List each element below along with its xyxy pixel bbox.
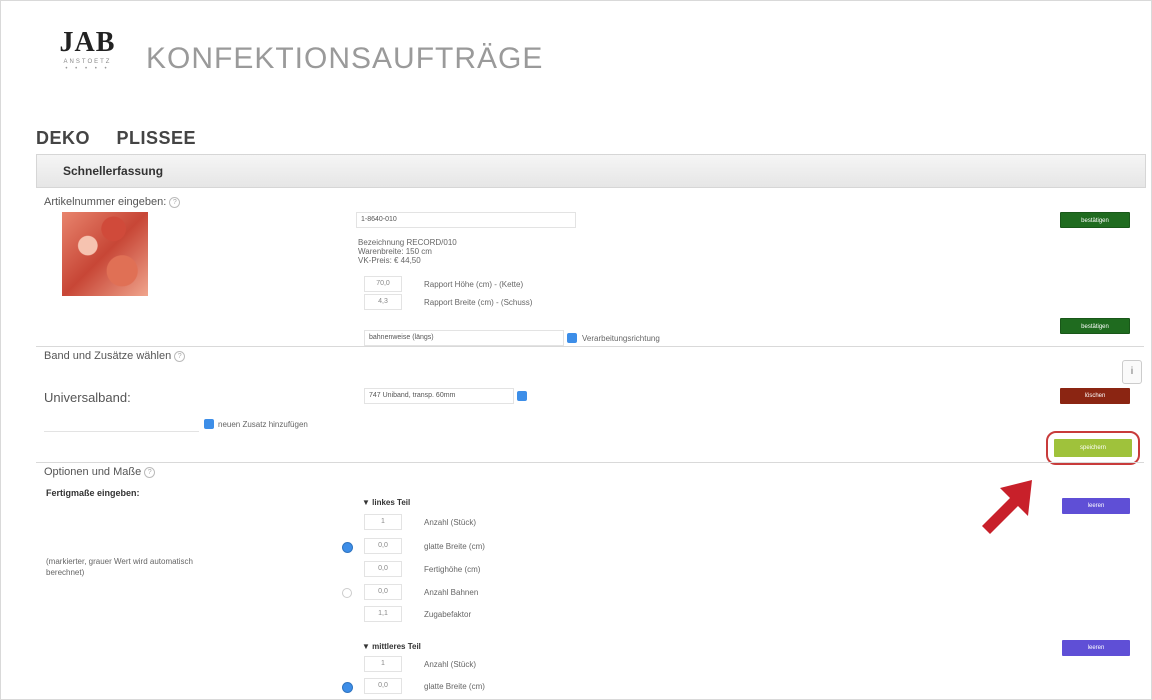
add-icon[interactable] [204,419,214,429]
options-label-row: Optionen und Maße? [44,466,156,478]
middle-width-label: glatte Breite (cm) [424,682,485,691]
radio-selected[interactable] [342,682,353,693]
clear-button-left[interactable]: leeren [1062,498,1130,514]
left-width-label: glatte Breite (cm) [424,542,485,551]
rapport-hoehe-label: Rapport Höhe (cm) - (Kette) [424,280,524,289]
help-icon[interactable]: ? [174,350,186,362]
left-lanes-input[interactable]: 0,0 [364,584,402,600]
add-supplement-input[interactable] [44,416,199,432]
info-icon[interactable]: i [1122,360,1142,384]
rapport-breite-input[interactable]: 4,3 [364,294,402,310]
universal-select[interactable]: 747 Uniband, transp. 60mm [364,388,514,404]
left-count-input[interactable]: 1 [364,514,402,530]
article-detail-width: Warenbreite: 150 cm [358,247,432,256]
highlight-frame [1046,431,1140,465]
processing-label: Verarbeitungsrichtung [582,334,660,343]
rapport-hoehe-input[interactable]: 70,0 [364,276,402,292]
rapport-breite-label: Rapport Breite (cm) - (Schuss) [424,298,533,307]
page-title: KONFEKTIONSAUFTRÄGE [146,42,544,75]
finished-label: Fertigmaße eingeben: [46,488,140,498]
left-factor-input[interactable]: 1,1 [364,606,402,622]
divider [36,346,1144,347]
middle-count-label: Anzahl (Stück) [424,660,477,669]
radio-unselected[interactable] [342,588,352,598]
tab-plissee[interactable]: PLISSEE [116,128,196,149]
left-count-label: Anzahl (Stück) [424,518,477,527]
left-height-label: Fertighöhe (cm) [424,565,481,574]
left-lanes-label: Anzahl Bahnen [424,588,479,597]
article-number-input[interactable]: 1-8640-010 [356,212,576,228]
article-label: Artikelnummer eingeben: [44,196,167,208]
article-detail-price: VK-Preis: € 44,50 [358,256,421,265]
help-icon[interactable]: ? [144,466,156,478]
logo-brand: JAB [59,27,116,58]
article-detail-name: Bezeichnung RECORD/010 [358,238,457,247]
select-arrow-icon[interactable] [517,391,527,401]
article-details: Bezeichnung RECORD/010 Warenbreite: 150 … [358,238,457,265]
left-part-title[interactable]: ▼ linkes Teil [362,498,410,507]
middle-part-title[interactable]: ▼ mittleres Teil [362,642,421,651]
delete-button[interactable]: löschen [1060,388,1130,404]
panel-header: Schnellerfassung [36,154,1146,188]
pointer-arrow-icon [982,480,1032,534]
band-label-row: Band und Zusätze wählen? [44,350,186,362]
auto-calc-note: (markierter, grauer Wert wird automatisc… [46,557,194,577]
jab-logo: JAB ANSTOETZ • • • • • [50,27,125,73]
clear-button-middle[interactable]: leeren [1062,640,1130,656]
divider [36,462,1144,463]
confirm-button-2[interactable]: bestätigen [1060,318,1130,334]
options-label: Optionen und Maße [44,466,142,478]
processing-select[interactable]: bahnenweise (längs) [364,330,564,346]
logo-dots: • • • • • [65,66,110,72]
middle-width-input[interactable]: 0,0 [364,678,402,694]
help-icon[interactable]: ? [169,196,181,208]
tab-deko[interactable]: DEKO [36,128,90,149]
panel-title: Schnellerfassung [63,164,164,178]
left-factor-label: Zugabefaktor [424,610,472,619]
left-width-input[interactable]: 0,0 [364,538,402,554]
main-nav: DEKO PLISSEE [36,128,218,149]
left-height-input[interactable]: 0,0 [364,561,402,577]
select-arrow-icon[interactable] [567,333,577,343]
article-label-row: Artikelnummer eingeben:? [44,196,181,208]
band-label: Band und Zusätze wählen [44,350,172,362]
add-supplement-label: neuen Zusatz hinzufügen [218,420,308,429]
radio-selected[interactable] [342,542,353,553]
fabric-swatch-image [62,212,148,296]
universal-label: Universalband: [44,390,131,405]
middle-count-input[interactable]: 1 [364,656,402,672]
confirm-button[interactable]: bestätigen [1060,212,1130,228]
logo-sub: ANSTOETZ [63,59,112,65]
